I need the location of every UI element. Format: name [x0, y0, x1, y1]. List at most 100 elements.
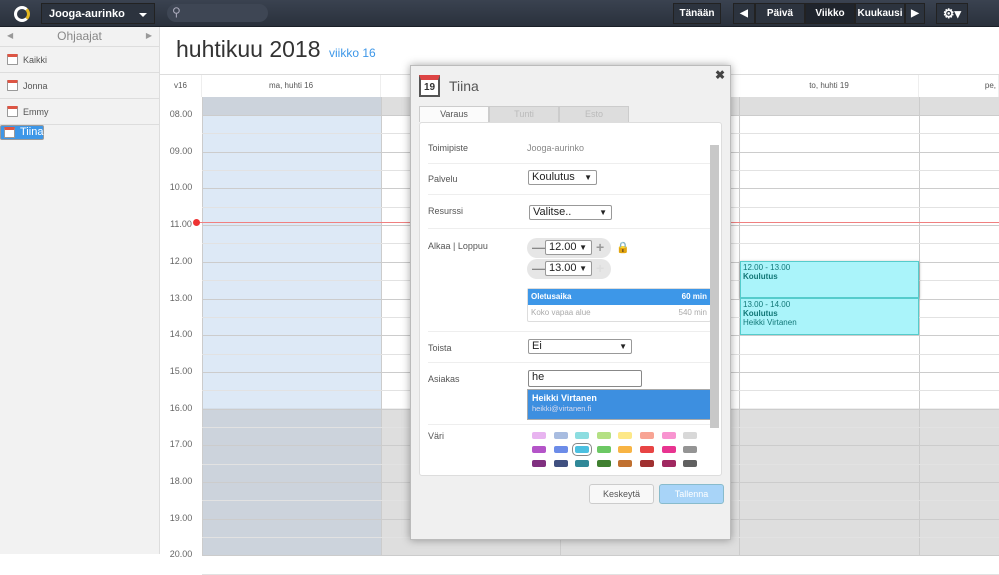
calendar-icon	[7, 106, 18, 117]
tab-tunti[interactable]: Tunti	[489, 106, 559, 122]
month-view-button[interactable]: Kuukausi	[855, 3, 905, 24]
week-view-button[interactable]: Viikko	[805, 3, 855, 24]
color-swatch[interactable]	[661, 460, 676, 467]
time-label: 19.00	[169, 512, 193, 523]
color-swatch[interactable]	[661, 432, 676, 439]
day-header-thu: to, huhti 19	[740, 75, 919, 97]
time-label: 16.00	[169, 402, 193, 413]
toista-value: Ei	[532, 340, 542, 352]
plus-icon[interactable]: +	[596, 260, 604, 276]
top-bar: Jooga-aurinko ⚲ Tänään ◀ Päivä Viikko Ku…	[0, 0, 999, 27]
toista-label: Toista	[428, 343, 452, 353]
day-view-button[interactable]: Päivä	[755, 3, 805, 24]
color-swatch[interactable]	[683, 432, 698, 439]
suggestion-name: Heikki Virtanen	[532, 393, 597, 403]
start-time-select[interactable]: 12.00 ▼	[545, 240, 592, 255]
color-swatch[interactable]	[572, 443, 593, 456]
duration-option[interactable]: Koko vapaa alue 540 min	[528, 305, 710, 321]
color-swatch[interactable]	[640, 446, 654, 453]
chevron-down-icon	[139, 13, 147, 21]
search-input[interactable]: ⚲	[167, 4, 268, 22]
color-swatch[interactable]	[532, 432, 546, 439]
color-swatch[interactable]	[661, 446, 676, 453]
color-swatch[interactable]	[618, 432, 633, 439]
sidebar-item-emmy[interactable]: Emmy	[0, 99, 159, 125]
sidebar-title: Ohjaajat	[57, 29, 102, 43]
toista-select[interactable]: Ei ▼	[528, 339, 632, 354]
today-button[interactable]: Tänään	[673, 3, 721, 24]
tab-varaus[interactable]: Varaus	[419, 106, 489, 122]
time-label: Alkaa | Loppuu	[428, 241, 488, 251]
dropdown-arrow-icon: ▼	[584, 173, 592, 182]
scrollbar[interactable]	[710, 133, 719, 473]
close-icon[interactable]: ✖	[715, 68, 725, 82]
time-label: 08.00	[169, 109, 193, 119]
event-time: 13.00 - 14.00	[743, 300, 791, 309]
color-swatch[interactable]	[596, 460, 611, 467]
duration-option[interactable]: Oletusaika 60 min	[528, 289, 710, 305]
sidebar-next-icon[interactable]: ▶	[146, 27, 152, 45]
event-title: Koulutus	[743, 309, 778, 318]
color-swatch[interactable]	[532, 460, 546, 467]
color-swatch[interactable]	[618, 446, 633, 453]
sidebar-header: ◀ Ohjaajat ▶	[0, 27, 159, 47]
event-time: 12.00 - 13.00	[743, 263, 791, 272]
start-time-value: 12.00	[549, 241, 577, 253]
plus-icon[interactable]: +	[596, 239, 604, 255]
app-logo[interactable]	[8, 3, 36, 24]
event[interactable]: 13.00 - 14.00 Koulutus Heikki Virtanen	[740, 298, 919, 335]
save-button[interactable]: Tallenna	[659, 484, 724, 504]
sidebar-item-tiina[interactable]: Tiina	[0, 125, 45, 140]
time-label: 13.00	[169, 292, 193, 303]
asiakas-input[interactable]: he	[528, 370, 642, 387]
color-swatch[interactable]	[618, 460, 633, 467]
minus-icon[interactable]: —	[532, 240, 545, 255]
color-swatch[interactable]	[575, 460, 590, 467]
location-label: Jooga-aurinko	[49, 8, 125, 20]
color-swatch[interactable]	[553, 460, 568, 467]
minus-icon[interactable]: —	[532, 261, 545, 276]
search-icon: ⚲	[172, 5, 181, 19]
day-column[interactable]	[202, 97, 381, 555]
day-header-fri: pe,	[919, 75, 999, 97]
color-swatch[interactable]	[640, 460, 654, 467]
day-column[interactable]	[919, 97, 999, 555]
location-select[interactable]: Jooga-aurinko	[41, 3, 155, 24]
tab-esto[interactable]: Esto	[559, 106, 629, 122]
time-label: 18.00	[169, 476, 193, 486]
sidebar-item-label: Jonna	[23, 80, 48, 91]
booking-dialog: 19 Tiina ✖ Varaus Tunti Esto Toimipiste …	[410, 65, 731, 540]
end-time-select[interactable]: 13.00 ▼	[545, 261, 592, 276]
event-title: Koulutus	[743, 272, 778, 281]
color-swatch[interactable]	[683, 446, 698, 453]
resurssi-select[interactable]: Valitse.. ▼	[529, 205, 612, 220]
end-time-stepper: —13.00 ▼ +	[527, 259, 611, 279]
color-swatch[interactable]	[683, 460, 698, 467]
calendar-icon	[7, 54, 18, 65]
next-button[interactable]: ▶	[905, 3, 925, 24]
toimipiste-label: Toimipiste	[428, 143, 469, 153]
prev-button[interactable]: ◀	[733, 3, 755, 24]
dropdown-arrow-icon: ▼	[599, 208, 607, 217]
color-swatch[interactable]	[596, 432, 611, 439]
palvelu-select[interactable]: Koulutus ▼	[528, 170, 597, 185]
color-swatch[interactable]	[640, 432, 654, 439]
week-number: v16	[160, 75, 202, 97]
start-time-stepper: —12.00 ▼ +	[527, 238, 611, 258]
settings-gear-icon[interactable]: ⚙▾	[936, 3, 968, 24]
customer-suggestion[interactable]: Heikki Virtanen heikki@virtanen.fi	[527, 389, 712, 420]
cancel-button[interactable]: Keskeytä	[589, 484, 654, 504]
color-swatch[interactable]	[532, 446, 546, 453]
color-swatch[interactable]	[575, 432, 590, 439]
color-swatch[interactable]	[553, 432, 568, 439]
calendar-icon: 19	[419, 75, 440, 97]
sidebar-prev-icon[interactable]: ◀	[7, 27, 13, 45]
color-swatch[interactable]	[596, 446, 611, 453]
color-swatch[interactable]	[553, 446, 568, 453]
sidebar-item-kaikki[interactable]: Kaikki	[0, 47, 159, 73]
week-link[interactable]: viikko 16	[329, 46, 376, 60]
sidebar-item-jonna[interactable]: Jonna	[0, 73, 159, 99]
event[interactable]: 12.00 - 13.00 Koulutus	[740, 261, 919, 298]
lock-icon[interactable]: 🔒	[616, 241, 630, 254]
time-label: 17.00	[169, 439, 193, 450]
